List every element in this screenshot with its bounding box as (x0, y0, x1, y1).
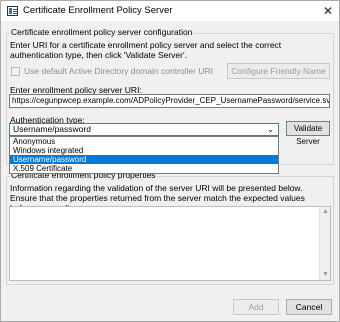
instructions-text: Enter URI for a certificate enrollment p… (10, 40, 282, 60)
auth-option-windows-integrated[interactable]: Windows integrated (10, 146, 278, 155)
auth-type-selected-value: Username/password (13, 124, 91, 134)
auth-option-anonymous[interactable]: Anonymous (10, 137, 278, 146)
window-title: Certificate Enrollment Policy Server (23, 5, 173, 16)
auth-type-dropdown-list[interactable]: Anonymous Windows integrated Username/pa… (9, 136, 279, 174)
scroll-up-arrow-icon[interactable]: ▲ (321, 207, 330, 217)
properties-scrollbar[interactable]: ▲ ▼ (319, 207, 330, 280)
scroll-down-arrow-icon[interactable]: ▼ (321, 270, 330, 280)
configure-friendly-name-button[interactable]: Configure Friendly Name (227, 63, 330, 79)
close-button[interactable]: ✕ (319, 2, 337, 20)
chevron-down-icon[interactable]: ⌄ (267, 124, 274, 135)
auth-option-x509-certificate[interactable]: X.509 Certificate (10, 164, 278, 173)
server-configuration-legend: Certificate enrollment policy server con… (10, 27, 194, 37)
cancel-button[interactable]: Cancel (286, 299, 332, 315)
add-button[interactable]: Add (233, 299, 279, 315)
server-uri-input[interactable]: https://cegunpwcep.example.com/ADPolicyP… (9, 94, 330, 108)
certificate-enrollment-policy-server-dialog: Certificate Enrollment Policy Server ✕ C… (0, 0, 340, 322)
title-bar: Certificate Enrollment Policy Server ✕ (1, 1, 339, 21)
validate-server-button[interactable]: Validate Server (286, 121, 330, 146)
auth-type-select[interactable]: Username/password ⌄ (9, 123, 279, 136)
properties-output-box[interactable]: ▲ ▼ (9, 206, 331, 281)
default-ad-uri-checkbox[interactable] (11, 67, 20, 76)
auth-option-username-password[interactable]: Username/password (10, 155, 278, 164)
default-ad-uri-label: Use default Active Directory domain cont… (24, 66, 213, 76)
certificate-icon (7, 6, 18, 16)
